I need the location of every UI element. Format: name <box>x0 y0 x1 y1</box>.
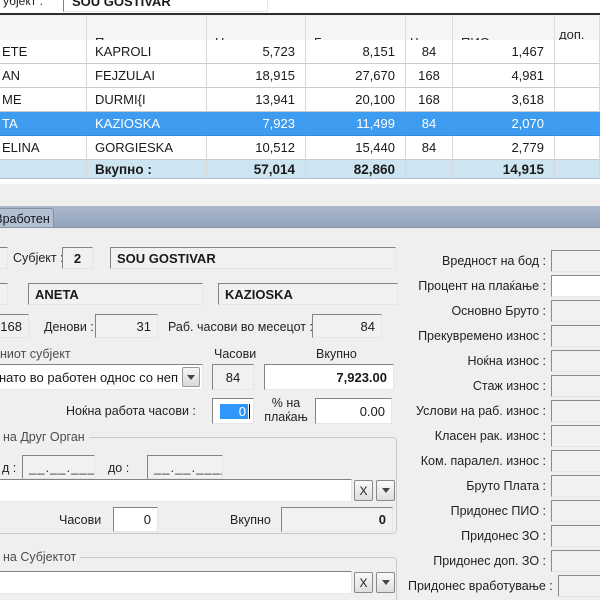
subject-bottom-title: на Субјектот <box>0 550 80 564</box>
amount-field <box>558 575 600 597</box>
amount-row: Придонес вработување : <box>408 575 600 597</box>
selected-text: 0 <box>220 404 248 419</box>
date-from-label: д : <box>2 461 16 475</box>
first-name-field: ANETA <box>28 283 203 305</box>
amount-field <box>551 375 600 397</box>
divider-line <box>0 13 600 15</box>
amount-row: Услови на раб. износ : <box>408 400 600 422</box>
amount-field <box>551 550 600 572</box>
amount-field <box>551 400 600 422</box>
subject-group-label: ниот субјект <box>0 347 71 361</box>
amount-row: Придонес ЗО : <box>408 525 600 547</box>
subject-header-value: SOU GOSTIVAR <box>63 0 268 12</box>
total-pio: 14,915 <box>453 160 555 179</box>
clipped-field-fragment <box>0 247 8 269</box>
total-bruto: 82,860 <box>306 160 406 179</box>
amount-field <box>551 250 600 272</box>
chevron-down-icon[interactable] <box>376 572 395 593</box>
other-organ-title: на Друг Орган <box>0 430 89 444</box>
date-from-input[interactable]: __.__.____ <box>22 455 95 479</box>
subject-combobox[interactable] <box>0 571 352 594</box>
night-hours-input[interactable]: 0 <box>212 398 254 424</box>
amount-field <box>551 425 600 447</box>
hours-168-field: 168 <box>0 314 29 338</box>
month-hours-field: 84 <box>312 314 382 338</box>
other-total-label: Вкупно <box>230 513 271 527</box>
amount-field <box>551 450 600 472</box>
days-field: 31 <box>95 314 158 338</box>
amount-row: Придонес доп. ЗО : <box>408 550 600 572</box>
text-cursor <box>249 404 250 419</box>
total-col-label: Вкупно <box>316 347 357 361</box>
amount-field <box>551 475 600 497</box>
amount-row: Ноќна износ : <box>408 350 600 372</box>
month-hours-label: Раб. часови во месецот : <box>168 320 313 334</box>
days-label: Денови : <box>44 320 94 334</box>
employee-table: Презиме Нето Бруто Часов ПИО доп. ПИО ET… <box>0 16 600 184</box>
night-pct-label: % наплаќањ <box>262 396 310 424</box>
subject-number-field: 2 <box>62 247 93 269</box>
subject-header-bar: убјект : SOU GOSTIVAR <box>0 0 600 13</box>
work-total-field: 7,923.00 <box>264 364 394 390</box>
date-to-input[interactable]: __.__.____ <box>147 455 223 479</box>
other-hours-input[interactable]: 0 <box>113 507 158 532</box>
subject-header-label: убјект : <box>3 0 43 8</box>
employment-type-dropdown[interactable]: нато во работен однос со неп <box>0 364 203 390</box>
amount-row: Ком. паралел. износ : <box>408 450 600 472</box>
subject-label: Субјект : <box>13 251 64 265</box>
amount-row: Процент на плаќање : <box>408 275 600 297</box>
night-hours-label: Ноќна работа часови : <box>66 404 196 418</box>
amount-row: Бруто Плата : <box>408 475 600 497</box>
other-hours-label: Часови <box>59 513 101 527</box>
chevron-down-icon[interactable] <box>182 367 200 387</box>
work-hours-field: 84 <box>212 364 254 390</box>
amount-field <box>551 325 600 347</box>
amount-row: Основно Бруто : <box>408 300 600 322</box>
amount-field <box>551 350 600 372</box>
amount-field[interactable] <box>551 275 600 297</box>
amount-field <box>551 525 600 547</box>
amount-field <box>551 500 600 522</box>
other-total-field: 0 <box>281 507 393 532</box>
hours-col-label: Часови <box>214 347 256 361</box>
total-neto: 57,014 <box>207 160 306 179</box>
app-window: убјект : SOU GOSTIVAR Презиме Нето Бруто… <box>0 0 600 600</box>
amount-row: Вредност на бод : <box>408 250 600 272</box>
amount-row: Прекувремено износ : <box>408 325 600 347</box>
chevron-down-icon[interactable] <box>376 480 395 501</box>
clear-button[interactable]: X <box>354 572 373 593</box>
other-organ-combobox[interactable] <box>0 479 352 502</box>
tab-strip: Вработен <box>0 206 600 228</box>
amounts-panel: Вредност на бод : Процент на плаќање : О… <box>408 250 600 597</box>
total-label: Вкупно : <box>87 160 207 179</box>
tab-employee[interactable]: Вработен <box>0 208 54 227</box>
night-pct-input[interactable]: 0.00 <box>315 398 392 424</box>
amount-field <box>551 300 600 322</box>
last-name-field: KAZIOSKA <box>218 283 398 305</box>
subject-name-field: SOU GOSTIVAR <box>110 247 396 269</box>
amount-row: Стаж износ : <box>408 375 600 397</box>
clipped-field-fragment <box>0 283 8 305</box>
clear-button[interactable]: X <box>354 480 373 501</box>
amount-row: Класен рак. износ : <box>408 425 600 447</box>
date-to-label: до : <box>108 461 129 475</box>
amount-row: Придонес ПИО : <box>408 500 600 522</box>
